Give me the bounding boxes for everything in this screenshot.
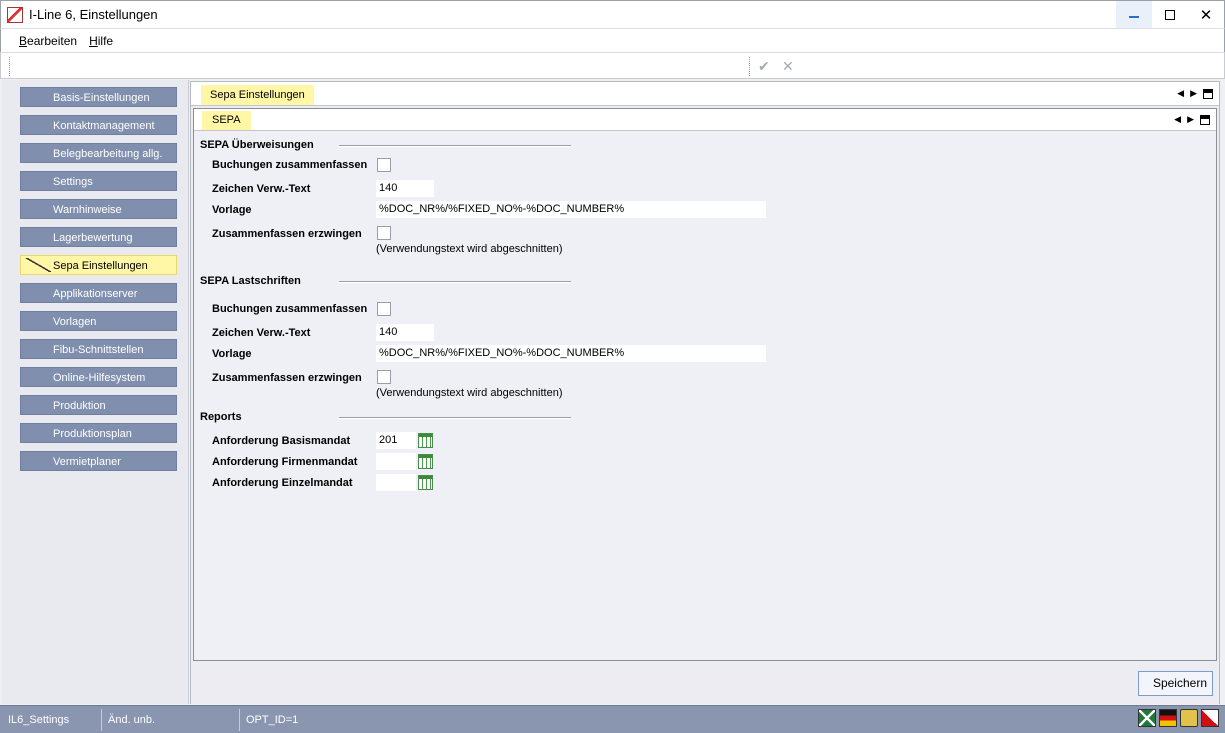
- main-area: Sepa Einstellungen ◀ ▶ SEPA ◀ ▶ SEPA Übe…: [190, 81, 1220, 704]
- label-buchungen-ueberweisungen: Buchungen zusammenfassen: [212, 159, 368, 171]
- nav-item-kontaktmanagement[interactable]: Kontaktmanagement: [20, 115, 177, 135]
- input-vorlage-lastschriften[interactable]: %DOC_NR%/%FIXED_NO%-%DOC_NUMBER%: [376, 345, 766, 362]
- save-button[interactable]: Speichern: [1138, 671, 1213, 696]
- nav-item-belegbearbeitung[interactable]: Belegbearbeitung allg.: [20, 143, 177, 163]
- label-zeichen-lastschriften: Zeichen Verw.-Text: [212, 327, 311, 339]
- label-erzwingen-lastschriften: Zusammenfassen erzwingen: [212, 372, 362, 384]
- tab-sepa[interactable]: SEPA: [202, 111, 251, 130]
- input-zeichen-ueberweisungen[interactable]: 140: [376, 180, 434, 197]
- menu-label: ilfe: [97, 33, 114, 48]
- checkmark-icon[interactable]: ✔: [758, 58, 770, 75]
- lookup-einzelmandat-icon[interactable]: [418, 475, 433, 490]
- toolbar-grip[interactable]: [749, 57, 750, 76]
- input-basismandat[interactable]: 201: [376, 432, 416, 449]
- tab-sepa-einstellungen[interactable]: Sepa Einstellungen: [201, 85, 314, 105]
- settings-nav: Basis-Einstellungen Kontaktmanagement Be…: [2, 80, 189, 704]
- menu-accel: H: [89, 33, 98, 48]
- status-bar: IL6_Settings Änd. unb. OPT_ID=1: [0, 705, 1225, 733]
- nav-item-produktion[interactable]: Produktion: [20, 395, 177, 415]
- german-flag-icon[interactable]: [1159, 709, 1177, 727]
- label-einzelmandat: Anforderung Einzelmandat: [212, 477, 353, 489]
- x-icon[interactable]: ✕: [782, 58, 794, 75]
- menu-bearbeiten[interactable]: Bearbeiten: [19, 34, 77, 48]
- input-zeichen-lastschriften[interactable]: 140: [376, 324, 434, 341]
- input-vorlage-ueberweisungen[interactable]: %DOC_NR%/%FIXED_NO%-%DOC_NUMBER%: [376, 201, 766, 218]
- alert-icon[interactable]: [1201, 709, 1219, 727]
- nav-item-online-hilfesystem[interactable]: Online-Hilfesystem: [20, 367, 177, 387]
- maximize-icon: [1165, 10, 1175, 20]
- input-einzelmandat[interactable]: [376, 474, 416, 491]
- status-change: Änd. unb.: [102, 709, 240, 731]
- section-title-ueberweisungen: SEPA Überweisungen: [200, 139, 314, 151]
- status-opt-id: OPT_ID=1: [246, 714, 299, 726]
- nav-item-applikationserver[interactable]: Applikationserver: [20, 283, 177, 303]
- subtab-strip: SEPA ◀ ▶: [194, 109, 1216, 131]
- menu-hilfe[interactable]: Hilfe: [89, 34, 113, 48]
- nav-item-settings[interactable]: Settings: [20, 171, 177, 191]
- status-module: IL6_Settings: [2, 709, 102, 731]
- tab-next-icon[interactable]: ▶: [1190, 88, 1197, 99]
- checkbox-buchungen-ueberweisungen[interactable]: [377, 158, 391, 172]
- subtab-prev-icon[interactable]: ◀: [1174, 114, 1181, 125]
- lookup-firmenmandat-icon[interactable]: [418, 454, 433, 469]
- label-zeichen-ueberweisungen: Zeichen Verw.-Text: [212, 183, 311, 195]
- nav-item-vorlagen[interactable]: Vorlagen: [20, 311, 177, 331]
- app-icon: [7, 6, 23, 23]
- nav-item-warnhinweise[interactable]: Warnhinweise: [20, 199, 177, 219]
- nav-item-vermietplaner[interactable]: Vermietplaner: [20, 451, 177, 471]
- section-title-reports: Reports: [200, 411, 242, 423]
- maximize-button[interactable]: [1152, 1, 1188, 29]
- tab-prev-icon[interactable]: ◀: [1177, 88, 1184, 99]
- nav-item-lagerbewertung[interactable]: Lagerbewertung: [20, 227, 177, 247]
- checkbox-erzwingen-lastschriften[interactable]: [377, 370, 391, 384]
- nav-item-sepa-einstellungen[interactable]: Sepa Einstellungen: [20, 255, 177, 275]
- lock-icon[interactable]: [1180, 709, 1198, 727]
- toolbar-grip[interactable]: [9, 57, 10, 76]
- tab-save-icon[interactable]: [1203, 88, 1213, 99]
- section-title-lastschriften: SEPA Lastschriften: [200, 275, 301, 287]
- input-firmenmandat[interactable]: [376, 453, 416, 470]
- sepa-panel: SEPA ◀ ▶ SEPA Überweisungen Buchungen zu…: [193, 108, 1217, 661]
- title-bar: I-Line 6, Einstellungen ✕: [0, 0, 1225, 29]
- close-button[interactable]: ✕: [1188, 1, 1224, 29]
- close-icon: ✕: [1199, 7, 1213, 24]
- label-erzwingen-ueberweisungen: Zusammenfassen erzwingen: [212, 228, 362, 240]
- label-firmenmandat: Anforderung Firmenmandat: [212, 456, 358, 468]
- hint-lastschriften: (Verwendungstext wird abgeschnitten): [376, 387, 563, 399]
- status-icons: [1138, 709, 1219, 727]
- menu-accel: B: [19, 33, 28, 48]
- nav-item-basis-einstellungen[interactable]: Basis-Einstellungen: [20, 87, 177, 107]
- toolbar: ✔ ✕: [0, 52, 1225, 79]
- section-divider: [339, 417, 571, 419]
- excel-icon[interactable]: [1138, 709, 1156, 727]
- tab-strip: Sepa Einstellungen ◀ ▶: [191, 82, 1219, 106]
- tab-navigation: ◀ ▶: [1177, 88, 1213, 99]
- checkbox-buchungen-lastschriften[interactable]: [377, 302, 391, 316]
- lookup-basismandat-icon[interactable]: [418, 433, 433, 448]
- hint-ueberweisungen: (Verwendungstext wird abgeschnitten): [376, 243, 563, 255]
- minimize-button[interactable]: [1116, 1, 1152, 29]
- subtab-next-icon[interactable]: ▶: [1187, 114, 1194, 125]
- section-divider: [339, 145, 571, 147]
- menu-label: earbeiten: [27, 33, 78, 48]
- minimize-icon: [1129, 16, 1139, 18]
- nav-item-fibu-schnittstellen[interactable]: Fibu-Schnittstellen: [20, 339, 177, 359]
- nav-item-produktionsplan[interactable]: Produktionsplan: [20, 423, 177, 443]
- section-divider: [339, 281, 571, 283]
- menu-bar: Bearbeiten Hilfe: [0, 28, 1225, 52]
- label-vorlage-ueberweisungen: Vorlage: [212, 204, 252, 216]
- label-buchungen-lastschriften: Buchungen zusammenfassen: [212, 303, 368, 315]
- subtab-navigation: ◀ ▶: [1174, 114, 1210, 125]
- label-basismandat: Anforderung Basismandat: [212, 435, 351, 447]
- button-area: [190, 662, 1220, 704]
- window-title: I-Line 6, Einstellungen: [29, 7, 158, 22]
- subtab-save-icon[interactable]: [1200, 114, 1210, 125]
- checkbox-erzwingen-ueberweisungen[interactable]: [377, 226, 391, 240]
- label-vorlage-lastschriften: Vorlage: [212, 348, 252, 360]
